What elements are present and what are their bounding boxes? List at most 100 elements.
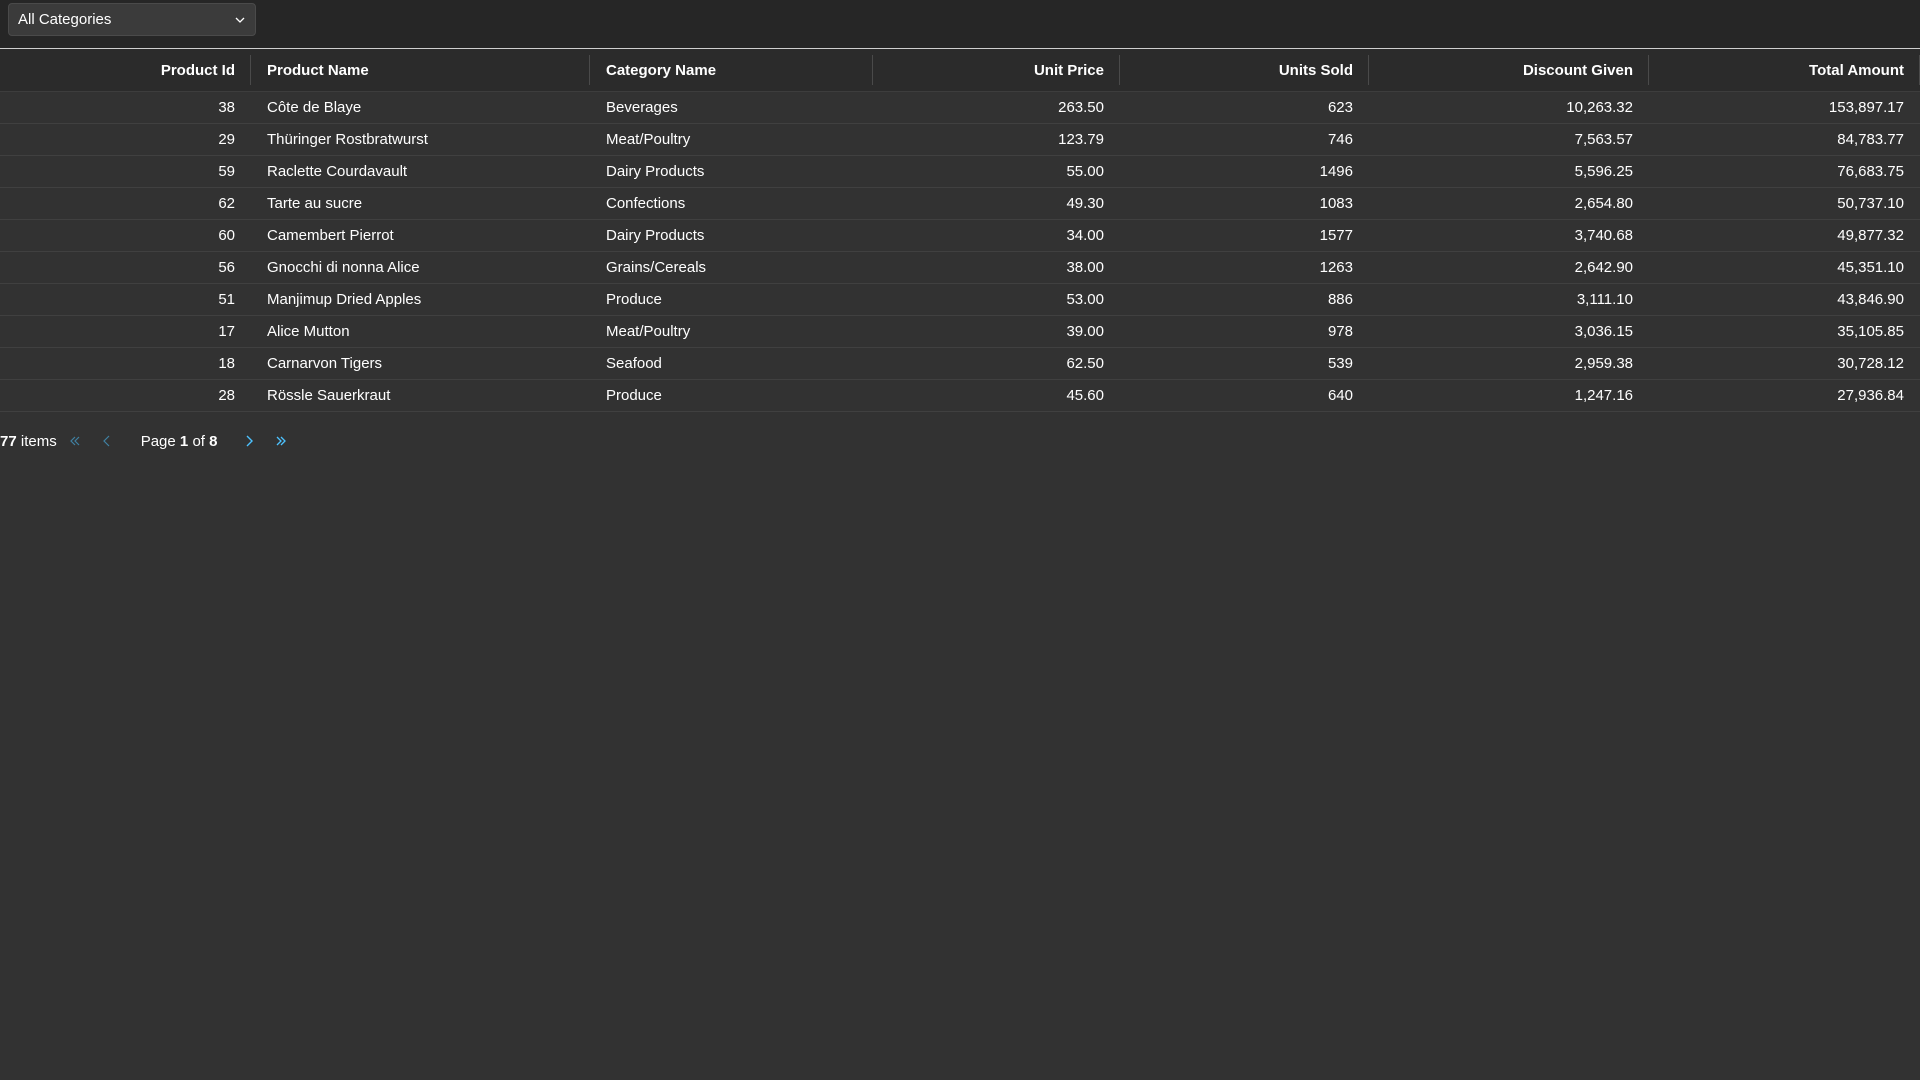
cell-category-name: Grains/Cereals <box>606 259 707 276</box>
column-header-category-name[interactable]: Category Name <box>590 49 873 91</box>
cell-unit-price: 45.60 <box>1066 387 1104 404</box>
cell-units-sold: 886 <box>1327 291 1353 308</box>
cell-product-name: Camembert Pierrot <box>267 227 394 244</box>
cell-unit-price: 123.79 <box>1058 131 1104 148</box>
table-row[interactable]: 62 Tarte au sucre Confections 49.30 1083 2,65… <box>0 188 1920 220</box>
table-row[interactable]: 56 Gnocchi di nonna Alice Grains/Cereals 38… <box>0 252 1920 284</box>
page-label: Page <box>140 432 176 450</box>
cell-product-id: 18 <box>218 355 235 372</box>
column-header-product-id[interactable]: Product Id <box>0 49 251 91</box>
cell-units-sold: 640 <box>1327 387 1353 404</box>
table-row[interactable]: 38 Côte de Blaye Beverages 263.50 623 10,263.… <box>0 92 1920 124</box>
cell-product-id: 60 <box>218 227 235 244</box>
table-row[interactable]: 51 Manjimup Dried Apples Produce 53.00 886 3,… <box>0 284 1920 316</box>
cell-units-sold: 746 <box>1327 131 1353 148</box>
cell-units-sold: 1083 <box>1319 195 1353 212</box>
cell-total-amount: 84,783.77 <box>1837 131 1904 148</box>
cell-discount-given: 3,111.10 <box>1576 291 1633 308</box>
cell-discount-given: 3,036.15 <box>1574 323 1633 340</box>
column-header-label: Category Name <box>606 61 717 79</box>
column-header-total-amount[interactable]: Total Amount <box>1649 49 1920 91</box>
cell-total-amount: 153,897.17 <box>1828 99 1904 116</box>
cell-product-id: 56 <box>218 259 235 276</box>
item-count-label: items <box>20 432 57 450</box>
column-header-unit-price[interactable]: Unit Price <box>873 49 1120 91</box>
table-row[interactable]: 18 Carnarvon Tigers Seafood 62.50 539 2,959.3… <box>0 348 1920 380</box>
cell-unit-price: 55.00 <box>1066 163 1104 180</box>
table-row[interactable]: 29 Thüringer Rostbratwurst Meat/Poultry 123… <box>0 124 1920 156</box>
column-header-label: Product Name <box>267 61 369 79</box>
cell-category-name: Produce <box>606 291 662 308</box>
cell-product-name: Manjimup Dried Apples <box>267 291 422 308</box>
cell-product-name: Thüringer Rostbratwurst <box>267 131 428 148</box>
cell-units-sold: 623 <box>1327 99 1353 116</box>
cell-category-name: Dairy Products <box>606 227 705 244</box>
cell-unit-price: 49.30 <box>1066 195 1104 212</box>
cell-category-name: Beverages <box>606 99 678 116</box>
page-info: Page 1 of 8 <box>141 433 218 450</box>
cell-discount-given: 5,596.25 <box>1574 163 1633 180</box>
double-chevron-right-icon <box>277 436 287 446</box>
cell-discount-given: 2,654.80 <box>1574 195 1633 212</box>
cell-discount-given: 3,740.68 <box>1574 227 1633 244</box>
table-row[interactable]: 17 Alice Mutton Meat/Poultry 39.00 978 3,036.… <box>0 316 1920 348</box>
cell-unit-price: 62.50 <box>1066 355 1104 372</box>
column-header-label: Product Id <box>160 61 235 79</box>
column-header-label: Unit Price <box>1033 61 1104 79</box>
chevron-down-icon <box>235 17 245 23</box>
cell-product-name: Gnocchi di nonna Alice <box>267 259 420 276</box>
cell-total-amount: 45,351.10 <box>1837 259 1904 276</box>
cell-product-name: Côte de Blaye <box>267 99 362 116</box>
cell-product-id: 51 <box>218 291 235 308</box>
cell-units-sold: 1263 <box>1319 259 1353 276</box>
cell-product-id: 28 <box>218 387 235 404</box>
cell-category-name: Meat/Poultry <box>606 131 691 148</box>
cell-category-name: Produce <box>606 387 662 404</box>
cell-product-id: 62 <box>218 195 235 212</box>
cell-discount-given: 7,563.57 <box>1574 131 1633 148</box>
cell-unit-price: 38.00 <box>1066 259 1104 276</box>
total-pages: 8 <box>209 432 218 450</box>
item-count-value: 77 <box>0 432 17 450</box>
cell-units-sold: 539 <box>1327 355 1353 372</box>
next-page-button[interactable] <box>233 425 265 457</box>
table-row[interactable]: 59 Raclette Courdavault Dairy Products 55.0… <box>0 156 1920 188</box>
table-row[interactable]: 60 Camembert Pierrot Dairy Products 34.00 15… <box>0 220 1920 252</box>
of-label: of <box>192 432 205 450</box>
cell-total-amount: 35,105.85 <box>1837 323 1904 340</box>
first-page-button[interactable] <box>59 425 91 457</box>
cell-discount-given: 2,642.90 <box>1574 259 1633 276</box>
cell-product-name: Alice Mutton <box>267 323 350 340</box>
pager: 77 items Page 1 of 8 <box>0 425 297 457</box>
cell-units-sold: 978 <box>1327 323 1353 340</box>
previous-page-button[interactable] <box>91 425 123 457</box>
grid-body: 38 Côte de Blaye Beverages 263.50 623 10,263.… <box>0 92 1920 412</box>
cell-product-name: Raclette Courdavault <box>267 163 408 180</box>
column-header-discount-given[interactable]: Discount Given <box>1369 49 1649 91</box>
cell-total-amount: 50,737.10 <box>1837 195 1904 212</box>
column-header-label: Units Sold <box>1278 61 1353 79</box>
cell-discount-given: 2,959.38 <box>1574 355 1633 372</box>
category-filter-dropdown[interactable]: All Categories <box>8 3 256 36</box>
cell-total-amount: 27,936.84 <box>1837 387 1904 404</box>
cell-unit-price: 53.00 <box>1066 291 1104 308</box>
cell-unit-price: 263.50 <box>1058 99 1104 116</box>
cell-total-amount: 49,877.32 <box>1837 227 1904 244</box>
column-header-label: Discount Given <box>1522 61 1633 79</box>
column-header-product-name[interactable]: Product Name <box>251 49 590 91</box>
cell-category-name: Dairy Products <box>606 163 705 180</box>
chevron-left-icon <box>102 435 110 447</box>
grid-header: Product Id Product Name Category Name Un… <box>0 49 1920 92</box>
cell-product-id: 38 <box>218 99 235 116</box>
toolbar: All Categories <box>0 0 1920 49</box>
cell-total-amount: 43,846.90 <box>1837 291 1904 308</box>
last-page-button[interactable] <box>265 425 297 457</box>
column-header-units-sold[interactable]: Units Sold <box>1120 49 1369 91</box>
cell-product-id: 17 <box>218 323 235 340</box>
cell-total-amount: 76,683.75 <box>1837 163 1904 180</box>
cell-discount-given: 10,263.32 <box>1566 99 1633 116</box>
cell-product-id: 29 <box>218 131 235 148</box>
products-grid: Product Id Product Name Category Name Un… <box>0 49 1920 412</box>
table-row[interactable]: 28 Rössle Sauerkraut Produce 45.60 640 1,247.… <box>0 380 1920 412</box>
cell-category-name: Seafood <box>606 355 662 372</box>
